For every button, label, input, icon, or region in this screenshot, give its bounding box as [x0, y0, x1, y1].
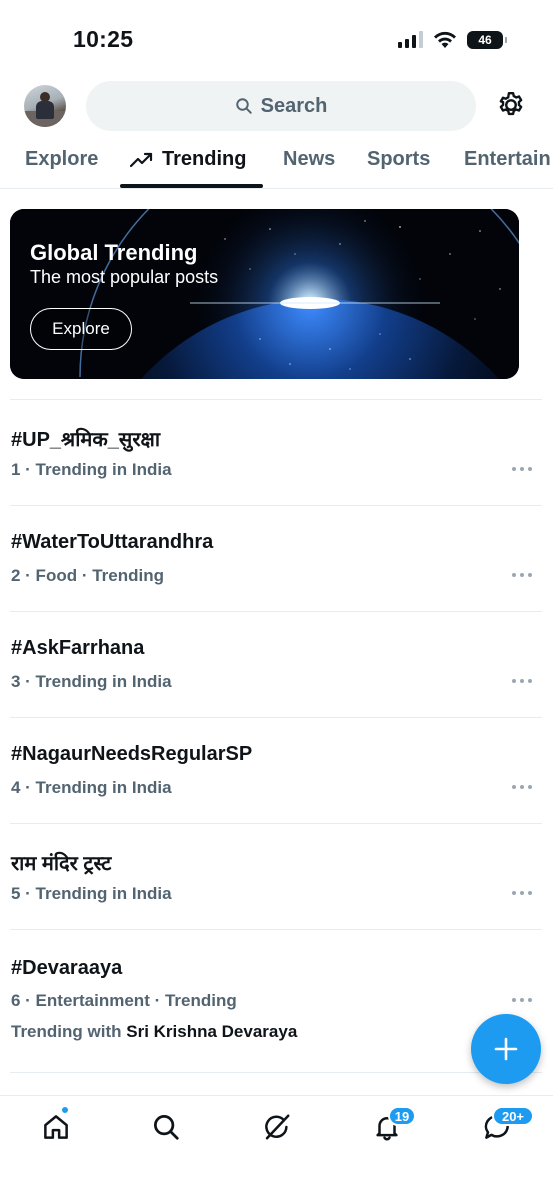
compose-button[interactable]	[471, 1014, 541, 1084]
trending-with-name: Sri Krishna Devaraya	[126, 1022, 298, 1041]
active-tab-indicator	[120, 184, 263, 188]
grok-icon[interactable]	[262, 1112, 292, 1142]
home-notification-dot	[61, 1106, 69, 1114]
notifications-badge: 19	[388, 1106, 416, 1126]
trend-meta: 4 · Trending in India	[11, 778, 172, 797]
cellular-signal-icon	[398, 31, 423, 48]
tab-explore-label: Explore	[25, 148, 99, 170]
tab-news-label: News	[283, 148, 336, 170]
trend-title: राम मंदिर ट्रस्ट	[11, 853, 112, 875]
more-icon[interactable]	[512, 572, 532, 578]
more-icon[interactable]	[512, 466, 532, 472]
plus-icon	[494, 1037, 518, 1061]
tab-sports[interactable]: Sports	[367, 148, 430, 171]
tab-entertainment[interactable]: Entertain	[464, 148, 551, 171]
trending-with: Trending with Sri Krishna Devaraya	[11, 1022, 297, 1042]
trend-item[interactable]: #WaterToUttarandhra 2 · Food · Trending	[0, 506, 553, 612]
more-icon[interactable]	[512, 678, 532, 684]
trend-item[interactable]: #UP_श्रमिक_सुरक्षा 1 · Trending in India	[0, 400, 553, 506]
status-bar: 10:25 46	[0, 0, 553, 80]
tab-trending[interactable]: Trending	[130, 148, 246, 171]
status-time: 10:25	[73, 26, 134, 52]
global-trending-banner[interactable]: Global Trending The most popular posts E…	[10, 209, 519, 379]
tab-news[interactable]: News	[283, 148, 335, 171]
trend-meta: 1 · Trending in India	[11, 460, 172, 479]
more-icon[interactable]	[512, 784, 532, 790]
tab-explore[interactable]: Explore	[25, 148, 98, 171]
search-label: Search	[260, 94, 328, 117]
trend-title: #WaterToUttarandhra	[11, 531, 214, 553]
banner-title: Global Trending	[30, 240, 198, 265]
tab-trending-label: Trending	[162, 148, 247, 170]
trend-item[interactable]: #NagaurNeedsRegularSP 4 · Trending in In…	[0, 718, 553, 824]
trend-meta: 3 · Trending in India	[11, 672, 172, 691]
banner-subtitle: The most popular posts	[30, 267, 219, 287]
trend-meta: 5 · Trending in India	[11, 884, 172, 903]
search-icon	[235, 98, 252, 114]
avatar[interactable]	[24, 85, 66, 127]
trend-title: #AskFarrhana	[11, 637, 145, 659]
trend-item[interactable]: #AskFarrhana 3 · Trending in India	[0, 612, 553, 718]
messages-badge: 20+	[492, 1106, 534, 1126]
trending-arrow-icon	[130, 152, 153, 167]
tab-entertainment-label: Entertain	[464, 148, 551, 170]
home-icon[interactable]	[41, 1112, 71, 1142]
explore-button[interactable]: Explore	[30, 308, 132, 350]
trend-title: #Devaraaya	[11, 957, 123, 979]
trend-meta: 6 · Entertainment · Trending	[11, 991, 237, 1010]
search-icon[interactable]	[151, 1112, 181, 1142]
divider	[10, 1072, 542, 1073]
battery-icon: 46	[467, 30, 507, 49]
tab-bar: Explore Trending News Sports Entertain	[0, 140, 553, 189]
trend-meta: 2 · Food · Trending	[11, 566, 164, 585]
tab-sports-label: Sports	[367, 148, 431, 170]
wifi-icon	[434, 31, 456, 48]
more-icon[interactable]	[512, 890, 532, 896]
earth-image	[10, 209, 519, 379]
status-icons: 46	[398, 30, 507, 49]
trend-title: #UP_श्रमिक_सुरक्षा	[11, 429, 161, 451]
gear-icon[interactable]	[496, 90, 526, 120]
trending-with-prefix: Trending with	[11, 1022, 122, 1041]
more-icon[interactable]	[512, 997, 532, 1003]
search-bar[interactable]: Search	[86, 81, 476, 131]
home-indicator	[205, 1185, 348, 1190]
trend-item[interactable]: राम मंदिर ट्रस्ट 5 · Trending in India	[0, 824, 553, 930]
trend-title: #NagaurNeedsRegularSP	[11, 743, 253, 765]
